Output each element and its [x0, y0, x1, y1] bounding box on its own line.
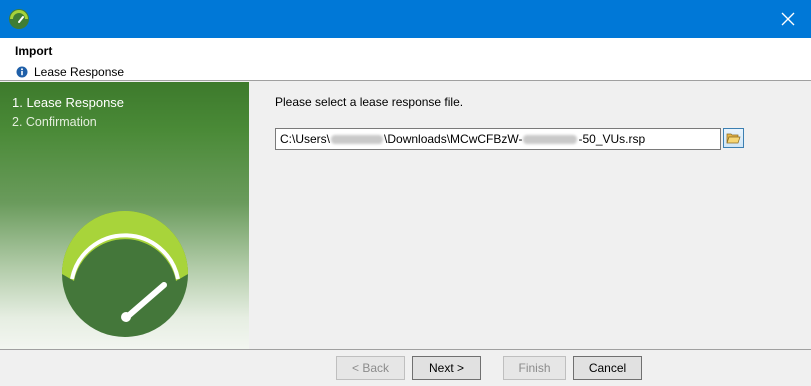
finish-button[interactable]: Finish: [503, 356, 566, 380]
close-icon: [781, 12, 795, 26]
header-subtitle-label: Lease Response: [34, 65, 125, 79]
app-logo-icon: [9, 9, 29, 29]
wizard-content: Please select a lease response file. C:\…: [250, 82, 811, 350]
step-lease-response: 1. Lease Response: [12, 95, 125, 110]
cancel-button[interactable]: Cancel: [573, 356, 642, 380]
footer-separator: [0, 349, 811, 350]
prompt-text: Please select a lease response file.: [275, 95, 464, 109]
title-bar: [0, 0, 811, 38]
wizard-steps-panel: 1. Lease Response 2. Confirmation: [0, 82, 249, 350]
browse-button[interactable]: [723, 128, 744, 148]
back-button[interactable]: < Back: [336, 356, 405, 380]
path-part-2: \Downloads\MCwCFBzW-: [384, 132, 523, 146]
path-part-3: -50_VUs.rsp: [578, 132, 646, 146]
redacted-username: [331, 135, 384, 145]
folder-open-icon: [726, 133, 741, 144]
path-part-1: C:\Users\: [280, 132, 331, 146]
close-button[interactable]: [765, 0, 811, 38]
header-title: Import: [15, 44, 53, 58]
next-button[interactable]: Next >: [412, 356, 481, 380]
info-icon: [16, 66, 28, 78]
gauge-logo-icon: [62, 211, 188, 337]
wizard-header: Import Lease Response: [0, 38, 811, 81]
header-subtitle: Lease Response: [16, 65, 124, 79]
file-path-input[interactable]: C:\Users\ \Downloads\MCwCFBzW- -50_VUs.rsp: [275, 128, 721, 150]
step-confirmation: 2. Confirmation: [12, 115, 97, 129]
redacted-id: [523, 135, 578, 145]
